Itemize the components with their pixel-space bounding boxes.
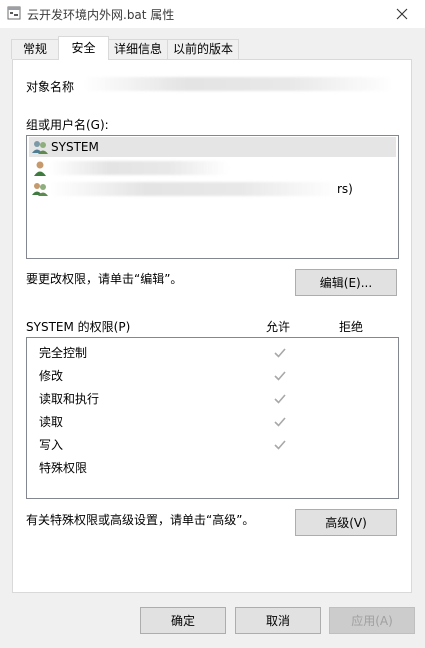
tab-general-label: 常规: [22, 42, 47, 56]
permission-row: 读取: [39, 412, 389, 432]
list-item-system[interactable]: SYSTEM: [29, 137, 396, 157]
advanced-button[interactable]: 高级(V): [295, 509, 397, 536]
deny-header: 拒绝: [339, 320, 364, 334]
permission-row: 读取和执行: [39, 389, 389, 409]
edit-button[interactable]: 编辑(E)...: [295, 269, 397, 296]
allow-check-icon: [274, 348, 286, 358]
list-item-label: rs): [337, 182, 353, 196]
permission-row: 写入: [39, 435, 389, 455]
permission-name: 读取和执行: [39, 392, 100, 406]
tab-previous-versions[interactable]: 以前的版本: [167, 39, 239, 59]
allow-check-icon: [274, 394, 286, 404]
user-name-redacted: [49, 161, 229, 175]
permission-name: 特殊权限: [39, 461, 88, 475]
edit-hint: 要更改权限，请单击“编辑”。: [26, 272, 183, 286]
allow-check-icon: [274, 440, 286, 450]
object-name-label: 对象名称: [26, 80, 75, 94]
group-users-icon: [32, 141, 48, 154]
group-user-label: 组或用户名(G):: [26, 118, 109, 132]
tab-security[interactable]: 安全: [58, 36, 109, 60]
permission-name: 写入: [39, 438, 64, 452]
tab-security-label: 安全: [71, 41, 96, 55]
apply-button[interactable]: 应用(A): [329, 607, 415, 634]
permission-row: 特殊权限: [39, 458, 389, 478]
tab-details[interactable]: 详细信息: [108, 39, 168, 59]
list-item-label: SYSTEM: [51, 140, 99, 154]
permission-name: 读取: [39, 415, 64, 429]
cancel-button[interactable]: 取消: [235, 607, 321, 634]
group-users-icon: [32, 183, 48, 196]
allow-check-icon: [274, 417, 286, 427]
tab-details-label: 详细信息: [113, 42, 162, 56]
tab-general[interactable]: 常规: [11, 39, 59, 59]
allow-check-icon: [274, 371, 286, 381]
object-name-redacted: [83, 77, 393, 91]
permission-row: 修改: [39, 366, 389, 386]
window-title: 云开发环境内外网.bat 属性: [27, 8, 175, 22]
list-item-user[interactable]: [29, 158, 396, 178]
permission-name: 修改: [39, 369, 64, 383]
list-item-users-group[interactable]: rs): [29, 179, 396, 199]
group-name-redacted: [49, 182, 339, 196]
permission-row: 完全控制: [39, 343, 389, 363]
close-icon: [396, 8, 408, 20]
close-button[interactable]: [379, 0, 425, 28]
advanced-hint: 有关特殊权限或高级设置，请单击“高级”。: [26, 513, 255, 527]
permissions-list: 完全控制 修改 读取和执行 读取 写入 特殊权限: [26, 337, 399, 499]
permissions-for-label: SYSTEM 的权限(P): [26, 320, 131, 334]
user-list[interactable]: SYSTEM rs): [26, 135, 399, 259]
permission-name: 完全控制: [39, 346, 88, 360]
security-panel: 对象名称 组或用户名(G): SYSTEM rs) 要更改权限，请单击“编辑”。…: [12, 59, 412, 593]
bat-file-icon: [7, 6, 21, 20]
title-bar: 云开发环境内外网.bat 属性: [0, 0, 425, 28]
allow-header: 允许: [266, 320, 291, 334]
user-icon: [34, 161, 46, 176]
ok-button[interactable]: 确定: [140, 607, 226, 634]
tab-previous-versions-label: 以前的版本: [172, 42, 233, 56]
